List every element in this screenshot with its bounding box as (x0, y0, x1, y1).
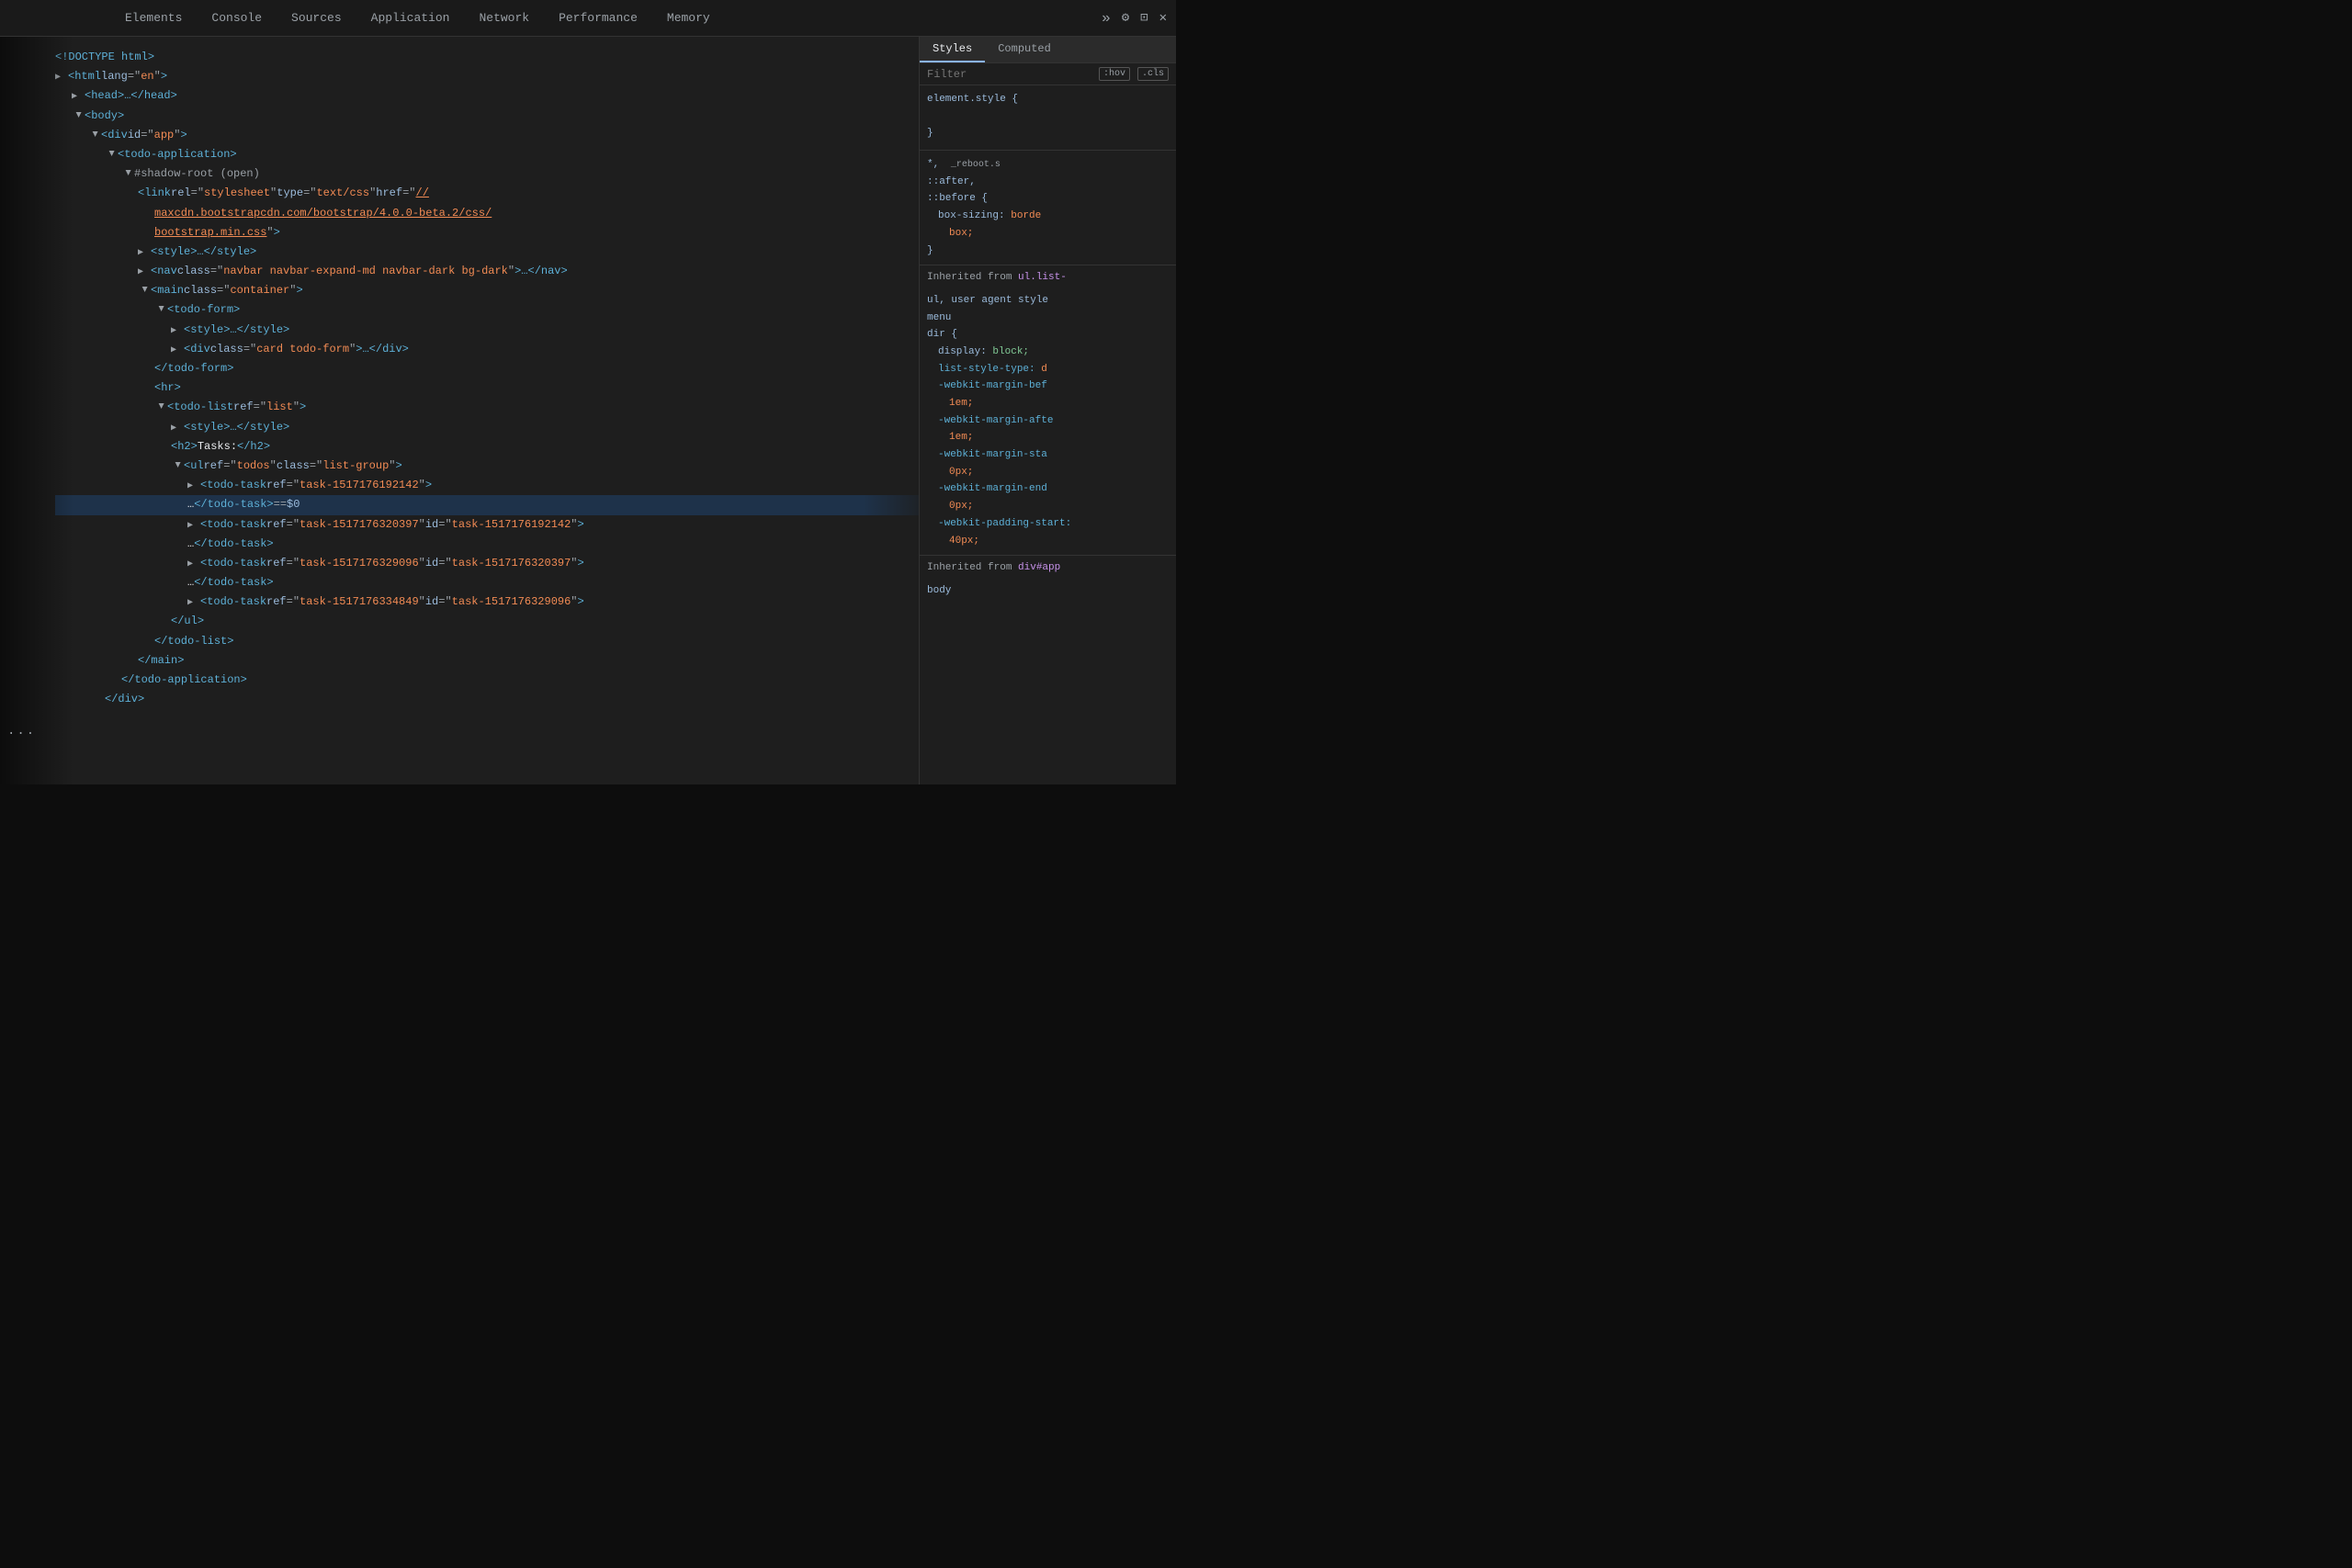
tab-network[interactable]: Network (464, 0, 544, 36)
inherited-from-ul: Inherited from ul.list- (920, 265, 1176, 290)
styles-content: element.style { } *, _reboot.s ::after, … (920, 85, 1176, 784)
dom-line: bootstrap.min.css"> (55, 223, 919, 243)
dom-line[interactable]: ▶ <todo-list ref="list" > (55, 398, 919, 417)
dom-line[interactable]: ▶ <html lang="en" > (55, 67, 919, 86)
styles-filter-row: :hov .cls (920, 63, 1176, 85)
dom-line[interactable]: ▶ <todo-task ref="task-1517176192142" > (55, 476, 919, 495)
dom-line: <h2>Tasks:</h2> (55, 437, 919, 457)
tab-bar-right: » ⚙ ⊡ ✕ (1102, 10, 1167, 27)
devtools-tab-bar: Elements Console Sources Application Net… (0, 0, 1176, 37)
dom-line: </todo-list> (55, 632, 919, 651)
tab-performance[interactable]: Performance (544, 0, 652, 36)
dom-line: …</todo-task> (55, 535, 919, 554)
body-style-section: body (920, 581, 1176, 602)
hov-button[interactable]: :hov (1099, 67, 1130, 81)
dom-line: …</todo-task> (55, 573, 919, 592)
dom-line[interactable]: ▶ <ul ref="todos" class="list-group" > (55, 457, 919, 476)
styles-panel-tabs: Styles Computed (920, 37, 1176, 63)
tab-elements[interactable]: Elements (110, 0, 197, 36)
dom-line[interactable]: ▶ <todo-task ref="task-1517176320397" id… (55, 515, 919, 535)
dom-line[interactable]: ▶ <todo-task ref="task-1517176334849" id… (55, 592, 919, 612)
element-style-section: element.style { } (920, 89, 1176, 144)
main-layout: <!DOCTYPE html> ▶ <html lang="en" > ▶ <h… (0, 37, 1176, 784)
inherited-from-div: Inherited from div#app (920, 555, 1176, 581)
universal-selector: *, (927, 159, 939, 170)
dom-line[interactable]: ▶ <todo-task ref="task-1517176329096" id… (55, 554, 919, 573)
dock-icon[interactable]: ⊡ (1140, 10, 1148, 26)
settings-icon[interactable]: ⚙ (1122, 10, 1129, 26)
dom-line: </div> (55, 690, 919, 709)
styles-filter-input[interactable] (927, 68, 1091, 81)
ellipsis-button[interactable]: ... (7, 724, 36, 739)
styles-panel: Styles Computed :hov .cls element.style … (919, 37, 1176, 784)
tab-application[interactable]: Application (356, 0, 465, 36)
dom-line[interactable]: ▶ <todo-form> (55, 300, 919, 320)
tab-memory[interactable]: Memory (652, 0, 725, 36)
dom-line[interactable]: ▶ <head>…</head> (55, 86, 919, 106)
reboot-ref: _reboot.s (951, 160, 1001, 170)
tab-styles[interactable]: Styles (920, 37, 985, 62)
element-style-close: } (927, 128, 933, 139)
tab-console[interactable]: Console (197, 0, 277, 36)
dom-line: <hr> (55, 378, 919, 398)
dom-panel: <!DOCTYPE html> ▶ <html lang="en" > ▶ <h… (0, 37, 919, 784)
dom-line[interactable]: ▶ <style>…</style> (55, 418, 919, 437)
more-tabs-button[interactable]: » (1102, 10, 1111, 27)
dom-line[interactable]: ▶ <div class="card todo-form" >…</div> (55, 340, 919, 359)
dom-line[interactable]: ▶ <main class="container" > (55, 281, 919, 300)
tab-sources[interactable]: Sources (277, 0, 356, 36)
dom-line[interactable]: ▶ <div id="app" > (55, 126, 919, 145)
tab-computed[interactable]: Computed (985, 37, 1064, 62)
dom-line: </todo-form> (55, 359, 919, 378)
dom-line: maxcdn.bootstrapcdn.com/bootstrap/4.0.0-… (55, 204, 919, 223)
dom-line: <!DOCTYPE html> (55, 48, 919, 67)
dom-line[interactable]: ▶ <style>…</style> (55, 321, 919, 340)
dom-line-active[interactable]: …</todo-task> == $0 (55, 495, 919, 514)
cls-button[interactable]: .cls (1137, 67, 1169, 81)
dom-line[interactable]: ▶ <nav class="navbar navbar-expand-md na… (55, 262, 919, 281)
universal-style-section: *, _reboot.s ::after, ::before { box-siz… (920, 150, 1176, 261)
dom-line[interactable]: ▶ <style>…</style> (55, 243, 919, 262)
dom-line[interactable]: ▶ <todo-application> (55, 145, 919, 164)
close-devtools-icon[interactable]: ✕ (1159, 10, 1167, 26)
dom-line: ▶ #shadow-root (open) (55, 164, 919, 184)
dom-line: </todo-application> (55, 671, 919, 690)
dom-line: </ul> (55, 612, 919, 631)
dom-line[interactable]: <link rel="stylesheet" type="text/css" h… (55, 184, 919, 203)
element-style-rule: element.style { (927, 94, 1018, 105)
dom-line: </main> (55, 651, 919, 671)
dom-line[interactable]: ▶ <body> (55, 107, 919, 126)
ul-style-section: ul, user agent style menu dir { display:… (920, 290, 1176, 551)
